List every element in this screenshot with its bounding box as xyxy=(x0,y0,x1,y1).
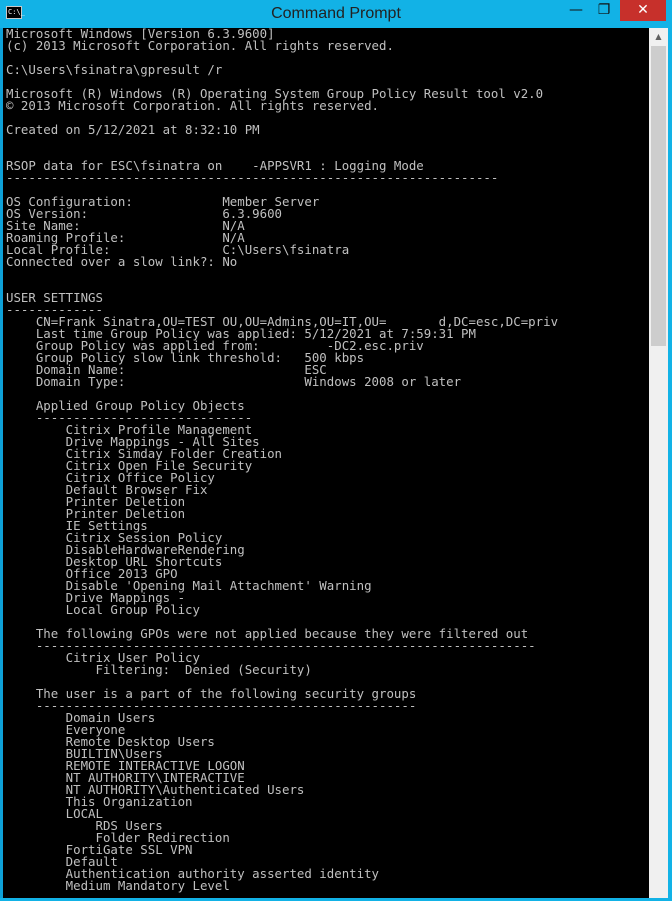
console-line: Local Group Policy xyxy=(6,602,200,617)
console-output[interactable]: Microsoft Windows [Version 6.3.9600] (c)… xyxy=(3,28,649,898)
console-line: ----------------------------------------… xyxy=(6,170,499,185)
console-text: Microsoft Windows [Version 6.3.9600] (c)… xyxy=(3,28,649,892)
minimize-button[interactable]: — xyxy=(563,0,589,21)
scroll-thumb[interactable] xyxy=(651,46,666,346)
scroll-up-arrow-icon[interactable]: ▲ xyxy=(649,28,668,45)
title-bar[interactable]: Command Prompt — ❐ ✕ xyxy=(0,0,672,28)
maximize-button[interactable]: ❐ xyxy=(590,0,618,21)
console-line: C:\Users\fsinatra\gpresult /r xyxy=(6,62,223,77)
console-line: Connected over a slow link?: No xyxy=(6,254,238,269)
console-line: © 2013 Microsoft Corporation. All rights… xyxy=(6,98,379,113)
command-prompt-window: Command Prompt — ❐ ✕ Microsoft Windows [… xyxy=(0,0,672,901)
console-line: (c) 2013 Microsoft Corporation. All righ… xyxy=(6,38,394,53)
window-border-right xyxy=(668,28,672,901)
console-line: Created on 5/12/2021 at 8:32:10 PM xyxy=(6,122,260,137)
close-button[interactable]: ✕ xyxy=(620,0,666,21)
console-line: Domain Type: Windows 2008 or later xyxy=(6,374,462,389)
console-line: Medium Mandatory Level xyxy=(6,878,230,893)
vertical-scrollbar[interactable]: ▲ xyxy=(649,28,668,898)
console-line: Filtering: Denied (Security) xyxy=(6,662,312,677)
